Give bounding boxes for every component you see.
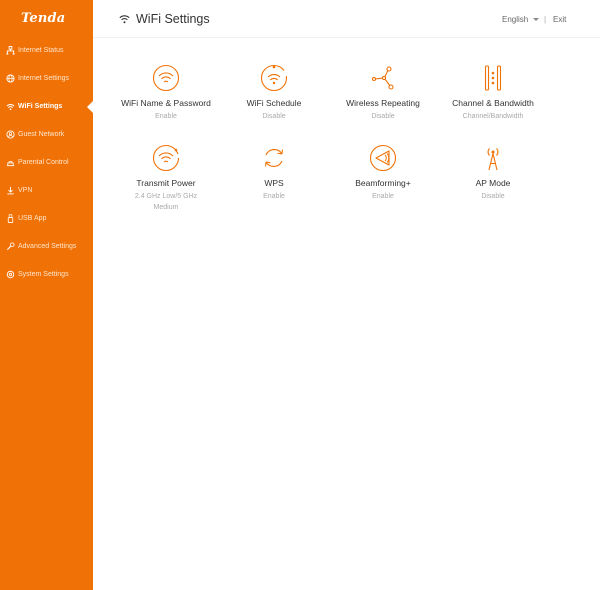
tile-beamforming[interactable]: Beamforming+ Enable: [333, 144, 433, 202]
tile-name: Channel & Bandwidth: [452, 98, 534, 108]
wifi-icon: [119, 15, 130, 24]
sidebar-item-label: Guest Network: [18, 130, 65, 138]
tile-wireless-repeating[interactable]: Wireless Repeating Disable: [333, 64, 433, 122]
sidebar-item-wifi-settings[interactable]: WiFi Settings: [0, 96, 93, 116]
exit-link[interactable]: Exit: [553, 15, 566, 24]
sidebar-item-vpn[interactable]: VPN: [0, 180, 93, 200]
sidebar-item-label: USB App: [18, 214, 47, 222]
sidebar-item-internet-settings[interactable]: Internet Settings: [0, 68, 93, 88]
tile-name: WiFi Name & Password: [121, 98, 211, 108]
tile-status: Enable: [372, 193, 394, 200]
parental-icon: [6, 158, 15, 167]
tile-transmit-power[interactable]: Transmit Power 2.4 GHz Low/5 GHz Medium: [116, 144, 216, 213]
tile-channel-bandwidth[interactable]: Channel & Bandwidth Channel/Bandwidth: [443, 64, 543, 122]
sidebar-item-advanced-settings[interactable]: Advanced Settings: [0, 236, 93, 256]
tile-status: Disable: [481, 193, 505, 200]
sidebar-item-label: Advanced Settings: [18, 242, 77, 250]
tile-name: Transmit Power: [136, 178, 196, 188]
channel-bars-icon: [484, 65, 502, 91]
language-select[interactable]: English: [502, 15, 528, 24]
tile-status: Channel/Bandwidth: [462, 113, 524, 120]
repeater-icon: [371, 66, 394, 90]
sidebar-item-system-settings[interactable]: System Settings: [0, 264, 93, 284]
tile-name: Wireless Repeating: [346, 98, 420, 108]
sidebar: Tenda Internet Status Internet Settings …: [0, 0, 93, 590]
wifi-clock-icon: [260, 64, 288, 92]
sidebar-item-label: WiFi Settings: [18, 102, 63, 110]
sidebar-item-label: Internet Settings: [18, 74, 69, 82]
guest-icon: [6, 129, 15, 139]
wrench-icon: [6, 241, 15, 251]
tile-wifi-name-password[interactable]: WiFi Name & Password Enable: [116, 64, 216, 122]
top-header: WiFi Settings English | Exit: [93, 0, 600, 38]
wps-refresh-icon: [265, 149, 283, 167]
tile-status: 2.4 GHz Low/5 GHz Medium: [134, 193, 198, 211]
antenna-icon: [487, 148, 499, 171]
beamforming-icon: [369, 144, 397, 172]
tile-status: Enable: [155, 113, 177, 120]
tile-name: AP Mode: [475, 178, 511, 188]
tile-wifi-schedule[interactable]: WiFi Schedule Disable: [224, 64, 324, 122]
tenda-logo: Tenda: [21, 11, 66, 26]
gear-icon: [6, 270, 15, 279]
sidebar-item-label: VPN: [18, 186, 33, 194]
tile-ap-mode[interactable]: AP Mode Disable: [443, 144, 543, 202]
usb-icon: [6, 213, 15, 223]
download-arrow-icon: [6, 186, 15, 195]
tile-name: WPS: [264, 178, 284, 188]
wifi-icon: [6, 102, 15, 111]
sidebar-item-label: Parental Control: [18, 158, 69, 166]
sidebar-item-usb-app[interactable]: USB App: [0, 208, 93, 228]
tile-status: Enable: [263, 193, 285, 200]
active-item-pointer: [87, 101, 93, 113]
tile-name: Beamforming+: [355, 178, 411, 188]
header-separator: |: [544, 15, 547, 24]
tile-status: Disable: [371, 113, 395, 120]
network-status-icon: [6, 45, 15, 55]
sidebar-item-label: System Settings: [18, 270, 69, 278]
sidebar-item-label: Internet Status: [18, 46, 64, 54]
globe-icon: [6, 73, 15, 83]
tile-wps[interactable]: WPS Enable: [224, 144, 324, 202]
transmit-power-icon: [152, 144, 180, 172]
sidebar-item-parental-control[interactable]: Parental Control: [0, 152, 93, 172]
tile-name: WiFi Schedule: [246, 98, 302, 108]
page-title: WiFi Settings: [136, 12, 210, 26]
sidebar-item-guest-network[interactable]: Guest Network: [0, 124, 93, 144]
wifi-circle-icon: [152, 64, 180, 92]
caret-down-icon[interactable]: [533, 18, 539, 21]
sidebar-item-internet-status[interactable]: Internet Status: [0, 40, 93, 60]
tile-status: Disable: [262, 113, 286, 120]
